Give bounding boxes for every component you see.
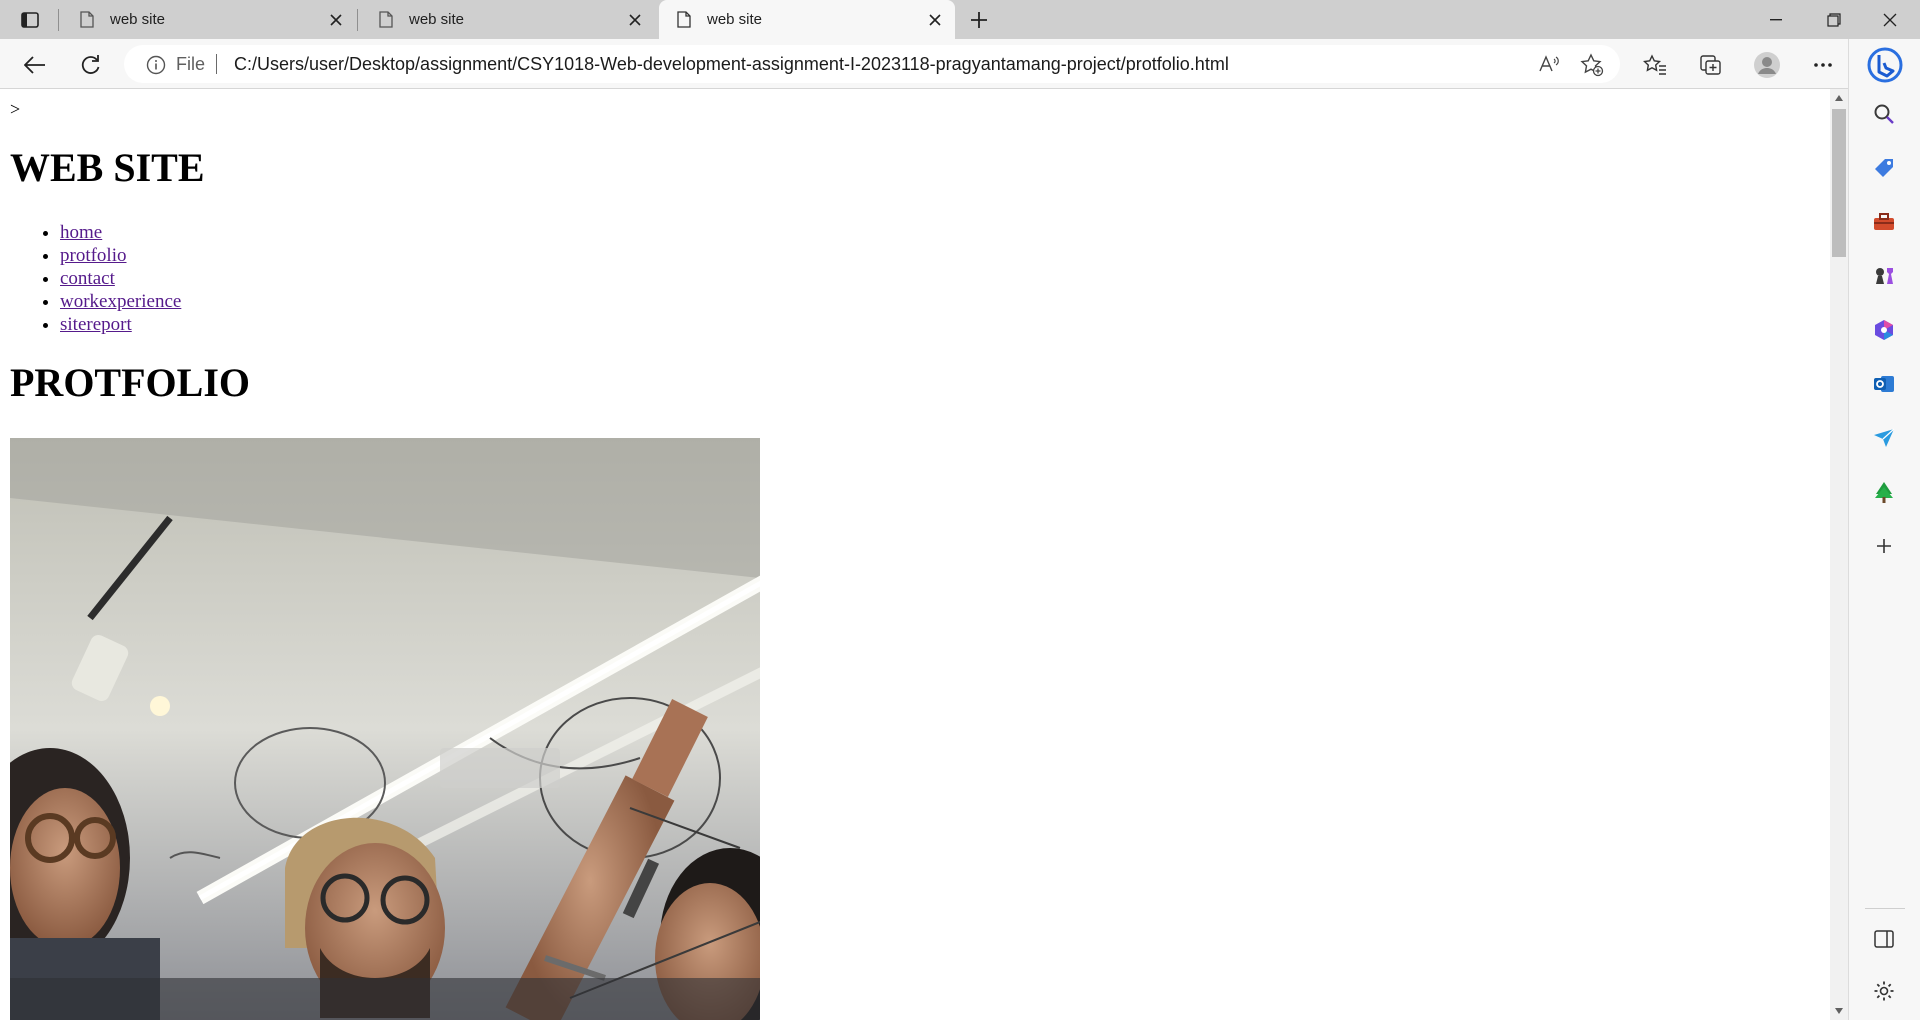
add-favorite-icon[interactable] xyxy=(1580,53,1604,82)
page-viewport: > WEB SITE home protfolio contact workex… xyxy=(0,89,1830,1020)
close-tab-icon[interactable] xyxy=(925,10,945,30)
favorites-icon[interactable] xyxy=(1638,48,1672,82)
tab-1[interactable]: web site xyxy=(62,0,356,39)
refresh-icon[interactable] xyxy=(73,48,107,82)
document-icon xyxy=(80,11,94,28)
office-icon[interactable] xyxy=(1867,313,1901,347)
split-screen-icon[interactable] xyxy=(1867,922,1901,956)
scheme-label: File xyxy=(176,54,206,74)
nav-link-workexperience[interactable]: workexperience xyxy=(60,291,181,312)
tab-strip: web site web site web site xyxy=(0,0,1920,39)
nav-item-protfolio: protfolio xyxy=(60,244,181,267)
address-divider xyxy=(216,54,217,74)
back-icon[interactable] xyxy=(18,48,52,82)
tab-2[interactable]: web site xyxy=(361,0,655,39)
edge-sidebar xyxy=(1848,39,1920,1020)
site-title: WEB SITE xyxy=(10,145,205,190)
portfolio-photo xyxy=(10,438,760,1020)
new-tab-icon[interactable] xyxy=(965,6,993,34)
tab-title: web site xyxy=(409,11,465,28)
main-nav: home protfolio contact workexperience si… xyxy=(60,221,181,336)
browser-toolbar: File C:/Users/user/Desktop/assignment/CS… xyxy=(0,39,1920,89)
people-whiteboard-image xyxy=(10,438,760,1020)
nav-link-sitereport[interactable]: sitereport xyxy=(60,314,132,335)
tab-actions-icon[interactable] xyxy=(14,8,46,32)
collections-icon[interactable] xyxy=(1694,48,1728,82)
nav-item-workexperience: workexperience xyxy=(60,290,181,313)
tab-separator xyxy=(58,9,59,31)
document-icon xyxy=(677,11,691,28)
close-tab-icon[interactable] xyxy=(326,10,346,30)
scroll-up-icon[interactable] xyxy=(1835,95,1843,101)
bing-copilot-icon[interactable] xyxy=(1865,45,1905,85)
read-aloud-icon[interactable] xyxy=(1538,53,1560,80)
nav-item-home: home xyxy=(60,221,181,244)
nav-item-sitereport: sitereport xyxy=(60,313,181,336)
vertical-scrollbar[interactable] xyxy=(1830,89,1848,1020)
scrollbar-thumb[interactable] xyxy=(1832,109,1846,257)
close-tab-icon[interactable] xyxy=(625,10,645,30)
nav-link-contact[interactable]: contact xyxy=(60,268,115,289)
nav-link-protfolio[interactable]: protfolio xyxy=(60,245,127,266)
outlook-icon[interactable] xyxy=(1867,367,1901,401)
tab-separator xyxy=(357,9,358,31)
nav-link-home[interactable]: home xyxy=(60,222,102,243)
close-window-icon[interactable] xyxy=(1862,0,1918,39)
sidebar-divider xyxy=(1865,908,1905,909)
add-icon[interactable] xyxy=(1867,529,1901,563)
document-icon xyxy=(379,11,393,28)
restore-icon[interactable] xyxy=(1806,0,1862,39)
chess-icon[interactable] xyxy=(1867,259,1901,293)
tab-title: web site xyxy=(110,11,166,28)
url-text[interactable]: C:/Users/user/Desktop/assignment/CSY1018… xyxy=(234,54,1229,75)
send-icon[interactable] xyxy=(1867,421,1901,455)
page-heading: PROTFOLIO xyxy=(10,360,251,405)
tab-title: web site xyxy=(707,11,763,28)
profile-avatar[interactable] xyxy=(1750,48,1784,82)
more-options-icon[interactable] xyxy=(1806,48,1840,82)
scroll-down-icon[interactable] xyxy=(1835,1008,1843,1014)
search-icon[interactable] xyxy=(1867,97,1901,131)
settings-icon[interactable] xyxy=(1867,974,1901,1008)
minimize-icon[interactable] xyxy=(1748,0,1804,39)
site-info-icon[interactable] xyxy=(146,55,166,80)
tree-icon[interactable] xyxy=(1867,475,1901,509)
nav-item-contact: contact xyxy=(60,267,181,290)
toolbox-icon[interactable] xyxy=(1867,205,1901,239)
tag-icon[interactable] xyxy=(1867,151,1901,185)
tab-3-active[interactable]: web site xyxy=(659,0,955,39)
stray-text: > xyxy=(10,99,21,119)
address-bar[interactable]: File C:/Users/user/Desktop/assignment/CS… xyxy=(124,45,1620,83)
